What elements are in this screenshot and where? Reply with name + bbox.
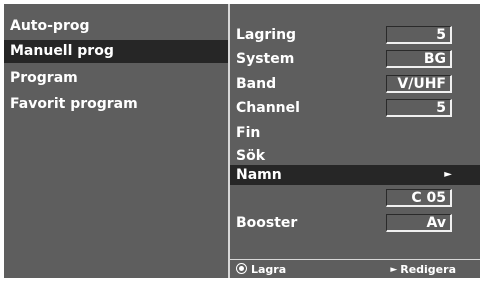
- lagring-value[interactable]: 5: [386, 26, 452, 44]
- system-value[interactable]: BG: [386, 50, 452, 68]
- edit-hint[interactable]: ► Redigera: [390, 262, 456, 278]
- menu-item-label: Program: [10, 70, 78, 86]
- store-label: Lagra: [251, 263, 287, 276]
- tv-osd-menu: Auto-prog Manuell prog Program Favorit p…: [4, 4, 480, 278]
- menu-item-label: Favorit program: [10, 96, 138, 112]
- store-hint[interactable]: Lagra: [236, 262, 286, 278]
- footer-divider: [230, 259, 480, 260]
- channel-label: Channel: [236, 100, 300, 116]
- namn-value[interactable]: C 05: [386, 189, 452, 207]
- channel-value[interactable]: 5: [386, 99, 452, 117]
- radio-dot-icon: [236, 263, 247, 274]
- sok-label[interactable]: Sök: [236, 146, 265, 166]
- submenu-manual-programming: Lagring 5 System BG Band V/UHF Channel 5…: [230, 4, 480, 278]
- menu-item-label: Manuell prog: [10, 43, 114, 59]
- main-menu: Auto-prog Manuell prog Program Favorit p…: [4, 4, 228, 278]
- booster-value[interactable]: Av: [386, 214, 452, 232]
- triangle-right-icon: ►: [444, 169, 452, 180]
- lagring-label: Lagring: [236, 27, 297, 43]
- namn-label: Namn: [236, 167, 282, 183]
- menu-item-auto-prog[interactable]: Auto-prog: [4, 15, 228, 38]
- menu-item-label: Auto-prog: [10, 18, 90, 34]
- system-label: System: [236, 51, 295, 67]
- footer-bar: Lagra ► Redigera: [230, 262, 480, 278]
- band-label: Band: [236, 76, 277, 92]
- booster-label: Booster: [236, 215, 298, 231]
- triangle-right-icon: ►: [390, 265, 398, 275]
- edit-label: Redigera: [400, 263, 456, 276]
- menu-item-program[interactable]: Program: [4, 67, 228, 90]
- fin-label[interactable]: Fin: [236, 123, 260, 143]
- menu-item-manuell-prog[interactable]: Manuell prog: [4, 40, 228, 63]
- band-value[interactable]: V/UHF: [386, 75, 452, 93]
- menu-item-favorit-program[interactable]: Favorit program: [4, 93, 228, 116]
- namn-row[interactable]: Namn ►: [230, 165, 480, 185]
